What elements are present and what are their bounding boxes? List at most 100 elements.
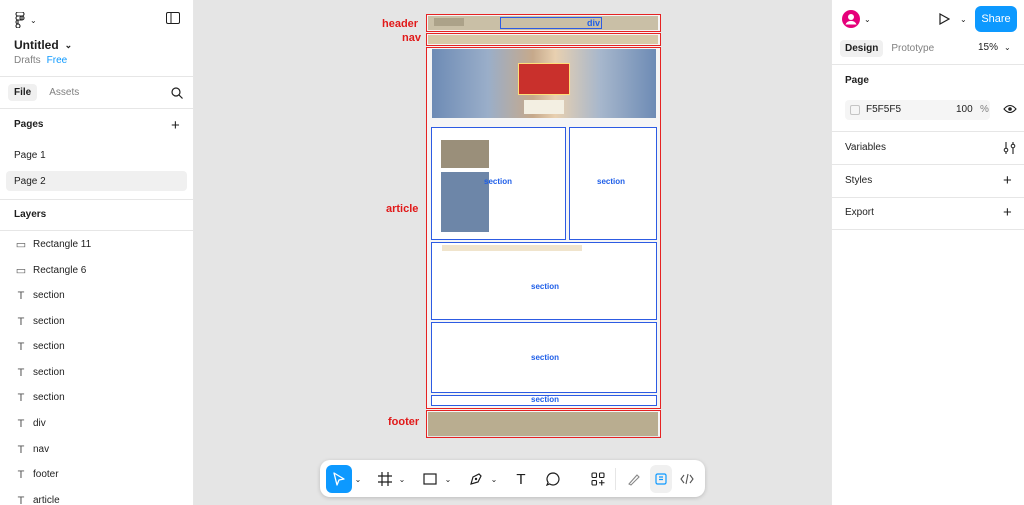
text-tool-button[interactable]: T	[511, 465, 531, 493]
chevron-down-icon: ⌄	[354, 474, 362, 484]
share-button[interactable]: Share	[975, 6, 1017, 32]
plan-badge[interactable]: Free	[47, 55, 68, 66]
layer-rectangle-6[interactable]: ▭ Rectangle 6	[0, 258, 193, 283]
left-panel: ⌄ Untitled ⌄ Drafts Free File Assets Pag…	[0, 0, 194, 505]
move-tool-menu[interactable]: ⌄	[354, 465, 362, 493]
hero-title-box	[518, 63, 570, 95]
cursor-icon	[333, 472, 345, 486]
add-page-button[interactable]: +	[171, 117, 180, 134]
design-mode-button[interactable]	[650, 465, 672, 493]
layer-section[interactable]: T section	[0, 334, 193, 359]
tab-assets[interactable]: Assets	[45, 84, 83, 101]
page-item-1[interactable]: Page 1	[6, 145, 187, 165]
actions-button[interactable]	[588, 465, 608, 493]
layer-footer[interactable]: T footer	[0, 462, 193, 487]
frame-tool-button[interactable]	[375, 465, 395, 493]
pages-heading: Pages	[14, 119, 44, 130]
drafts-link[interactable]: Drafts	[14, 55, 41, 66]
page-opacity-unit: %	[980, 104, 989, 115]
shape-tool-menu[interactable]: ⌄	[444, 465, 452, 493]
section-label-2: section	[597, 177, 626, 186]
layer-section[interactable]: T section	[0, 385, 193, 410]
page-color-value[interactable]: F5F5F5	[866, 104, 901, 115]
div-label: div	[587, 18, 601, 28]
layer-rectangle-11[interactable]: ▭ Rectangle 11	[0, 232, 193, 257]
chevron-down-icon: ⌄	[444, 474, 452, 484]
layer-label: footer	[33, 469, 59, 480]
present-button[interactable]: ⌄	[938, 13, 967, 25]
chevron-down-icon: ⌄	[960, 14, 967, 24]
styles-heading: Styles	[845, 175, 873, 186]
comment-icon	[546, 472, 560, 486]
text-icon: T	[516, 470, 526, 488]
page-heading: Page	[845, 75, 869, 86]
section-label-3: section	[531, 282, 560, 291]
layer-article[interactable]: T article	[0, 488, 193, 505]
zoom-value: 15%	[978, 42, 999, 53]
page-item-label: Page 2	[14, 175, 46, 187]
layer-label: section	[33, 290, 65, 301]
dev-mode-button[interactable]	[677, 465, 697, 493]
layer-nav[interactable]: T nav	[0, 437, 193, 462]
page-item-2[interactable]: Page 2	[6, 171, 187, 191]
chevron-down-icon: ⌄	[398, 474, 406, 484]
chevron-down-icon: ⌄	[30, 15, 37, 25]
footer-label: footer	[388, 416, 420, 428]
comment-tool-button[interactable]	[543, 465, 563, 493]
pen-tool-button[interactable]	[466, 465, 486, 493]
layer-section[interactable]: T section	[0, 360, 193, 385]
draw-mode-button[interactable]	[624, 465, 644, 493]
design-mode-icon	[655, 473, 667, 485]
zoom-control[interactable]: 15% ⌄	[978, 42, 1011, 53]
tab-prototype[interactable]: Prototype	[891, 43, 934, 54]
sliders-icon	[1003, 142, 1016, 154]
layer-label: nav	[33, 444, 50, 455]
pen-tool-menu[interactable]: ⌄	[490, 465, 498, 493]
variables-settings-button[interactable]	[1003, 142, 1016, 154]
sidebar-toggle-icon	[166, 12, 180, 24]
layer-label: section	[33, 316, 65, 327]
text-icon: T	[17, 340, 25, 353]
layer-label: article	[33, 495, 60, 505]
page-opacity-value[interactable]: 100	[956, 104, 973, 115]
layer-label: section	[33, 392, 65, 403]
variables-heading: Variables	[845, 142, 886, 153]
file-title-button[interactable]: Untitled ⌄	[14, 38, 72, 52]
footer-annotation-box	[426, 410, 661, 438]
text-icon: T	[17, 366, 25, 379]
eye-icon	[1003, 104, 1017, 114]
text-icon: T	[17, 417, 25, 430]
canvas[interactable]: div header nav article section section s…	[194, 0, 831, 505]
page-item-label: Page 1	[14, 149, 46, 161]
chevron-down-icon: ⌄	[864, 14, 871, 24]
add-export-button[interactable]: +	[1003, 204, 1012, 221]
layer-section[interactable]: T section	[0, 283, 193, 308]
shape-tool-button[interactable]	[420, 465, 440, 493]
layer-label: Rectangle 6	[33, 265, 87, 276]
section-label-1: section	[484, 177, 513, 186]
layer-div[interactable]: T div	[0, 411, 193, 436]
tab-design[interactable]: Design	[840, 40, 884, 57]
text-icon: T	[17, 315, 25, 328]
main-menu-button[interactable]: ⌄	[14, 12, 37, 28]
frame-icon	[378, 472, 392, 486]
search-button[interactable]	[171, 87, 183, 99]
layers-heading: Layers	[14, 209, 47, 220]
visibility-toggle[interactable]	[1003, 104, 1017, 114]
toggle-sidebar-button[interactable]	[166, 12, 180, 24]
play-icon	[939, 13, 950, 25]
move-tool-button[interactable]	[326, 465, 352, 493]
page-color-swatch[interactable]	[850, 105, 860, 115]
rectangle-icon	[423, 473, 437, 485]
nav-label: nav	[402, 32, 421, 44]
user-menu-button[interactable]: ⌄	[842, 10, 871, 28]
tab-file[interactable]: File	[8, 84, 38, 101]
header-label: header	[382, 18, 419, 30]
rectangle-icon: ▭	[15, 239, 27, 251]
text-icon: T	[17, 494, 25, 505]
plus-icon: +	[1003, 172, 1012, 189]
text-icon: T	[17, 289, 25, 302]
frame-tool-menu[interactable]: ⌄	[398, 465, 406, 493]
layer-section[interactable]: T section	[0, 309, 193, 334]
add-style-button[interactable]: +	[1003, 172, 1012, 189]
